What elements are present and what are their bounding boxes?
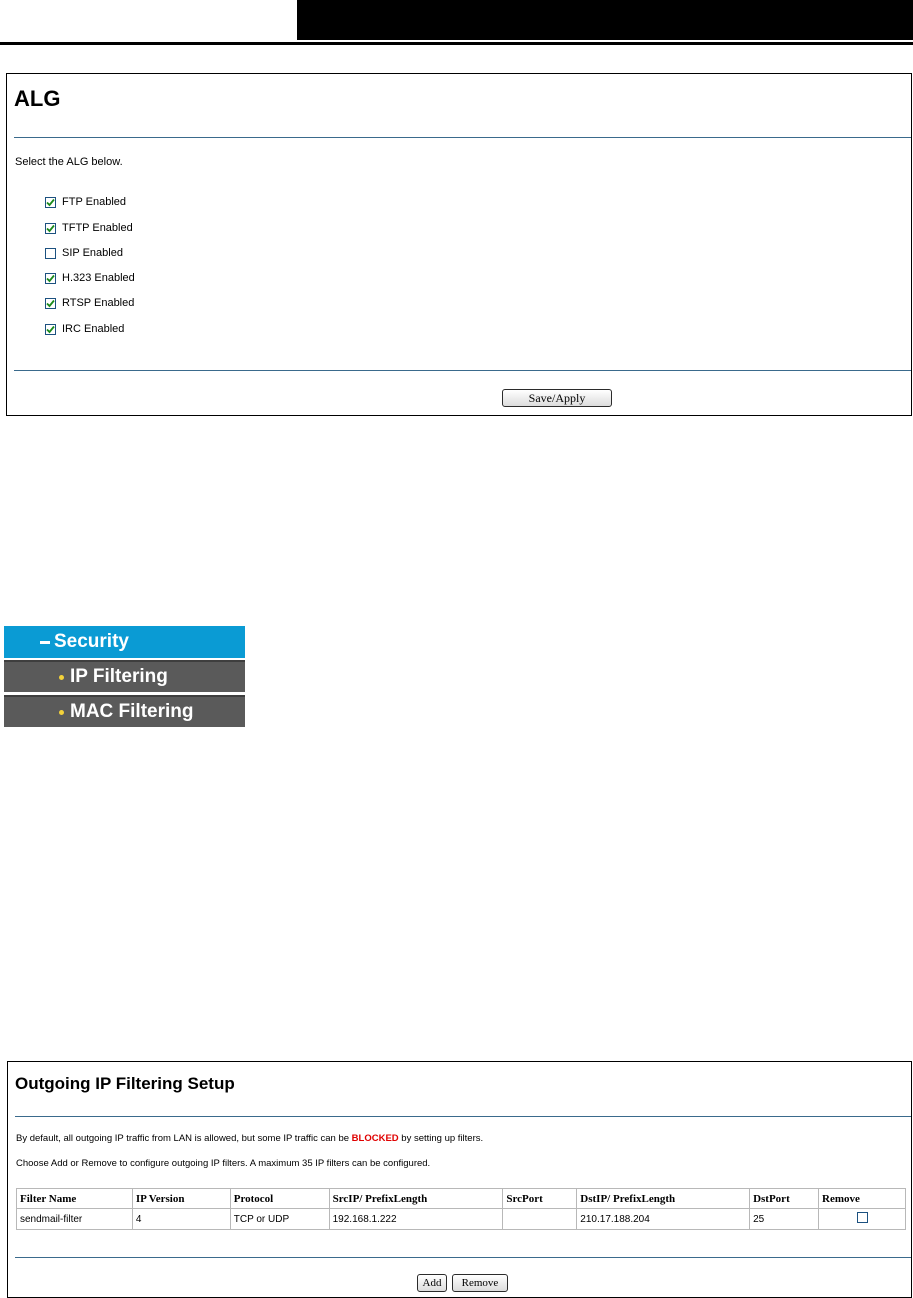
column-header: Filter Name bbox=[16, 1188, 133, 1209]
option-h323: H.323 Enabled bbox=[45, 270, 135, 286]
filter-name-cell: sendmail-filter bbox=[16, 1208, 133, 1230]
column-header: Remove bbox=[818, 1188, 906, 1209]
alg-instruction: Select the ALG below. bbox=[15, 156, 123, 168]
menu-item-label: IP Filtering bbox=[70, 666, 168, 687]
dst-port-cell: 25 bbox=[749, 1208, 820, 1230]
blocked-text: BLOCKED bbox=[351, 1133, 399, 1144]
ip-filtering-panel: Outgoing IP Filtering Setup By default, … bbox=[7, 1061, 912, 1298]
option-tftp: TFTP Enabled bbox=[45, 220, 133, 236]
divider bbox=[15, 1257, 911, 1258]
description-text: By default, all outgoing IP traffic from… bbox=[16, 1133, 352, 1144]
column-header: IP Version bbox=[131, 1188, 231, 1209]
ftp-label: FTP Enabled bbox=[62, 196, 127, 208]
option-sip: SIP Enabled bbox=[45, 245, 123, 261]
menu-section-security[interactable]: Security bbox=[4, 626, 245, 658]
ip-filtering-description: By default, all outgoing IP traffic from… bbox=[16, 1133, 483, 1144]
ip-filtering-title: Outgoing IP Filtering Setup bbox=[15, 1074, 235, 1093]
option-ftp: FTP Enabled bbox=[45, 194, 126, 210]
dst-ip-cell: 210.17.188.204 bbox=[576, 1208, 751, 1230]
irc-checkbox[interactable] bbox=[45, 323, 56, 335]
column-header: DstIP/ PrefixLength bbox=[576, 1188, 751, 1209]
tftp-label: TFTP Enabled bbox=[62, 222, 133, 234]
alg-panel: ALG Select the ALG below. FTP Enabled TF… bbox=[6, 73, 912, 416]
column-header: SrcIP/ PrefixLength bbox=[328, 1188, 504, 1209]
h323-label: H.323 Enabled bbox=[62, 272, 135, 284]
src-port-cell bbox=[502, 1208, 578, 1230]
collapse-icon bbox=[40, 640, 50, 644]
ip-version-cell: 4 bbox=[131, 1208, 231, 1230]
menu-item-label: MAC Filtering bbox=[70, 701, 194, 722]
save-apply-button[interactable]: Save/Apply bbox=[502, 389, 612, 407]
remove-checkbox[interactable] bbox=[856, 1212, 868, 1223]
option-rtsp: RTSP Enabled bbox=[45, 295, 134, 311]
table-header-row: Filter Name IP Version Protocol SrcIP/ P… bbox=[16, 1188, 906, 1209]
sip-checkbox[interactable] bbox=[45, 247, 56, 259]
table-row: sendmail-filter 4 TCP or UDP 192.168.1.2… bbox=[16, 1208, 906, 1230]
column-header: DstPort bbox=[749, 1188, 820, 1209]
column-header: Protocol bbox=[229, 1188, 330, 1209]
page-header-bar bbox=[297, 0, 913, 40]
remove-cell bbox=[818, 1208, 906, 1230]
src-ip-cell: 192.168.1.222 bbox=[328, 1208, 504, 1230]
menu-item-mac-filtering[interactable]: MAC Filtering bbox=[4, 695, 245, 727]
column-header: SrcPort bbox=[502, 1188, 578, 1209]
ip-filtering-instruction: Choose Add or Remove to configure outgoi… bbox=[16, 1158, 431, 1169]
nav-menu: Security IP Filtering MAC Filtering bbox=[4, 626, 245, 729]
tftp-checkbox[interactable] bbox=[45, 222, 56, 234]
option-irc: IRC Enabled bbox=[45, 321, 124, 337]
divider bbox=[15, 1116, 911, 1117]
sip-label: SIP Enabled bbox=[62, 247, 123, 259]
rtsp-label: RTSP Enabled bbox=[62, 297, 135, 309]
bullet-icon bbox=[59, 674, 64, 680]
ip-filter-table: Filter Name IP Version Protocol SrcIP/ P… bbox=[16, 1188, 906, 1230]
irc-label: IRC Enabled bbox=[62, 323, 125, 335]
alg-title: ALG bbox=[14, 86, 61, 111]
rtsp-checkbox[interactable] bbox=[45, 297, 56, 309]
ftp-checkbox[interactable] bbox=[45, 196, 56, 208]
protocol-cell: TCP or UDP bbox=[229, 1208, 330, 1230]
menu-section-label: Security bbox=[54, 631, 129, 652]
menu-item-ip-filtering[interactable]: IP Filtering bbox=[4, 660, 245, 692]
add-button[interactable]: Add bbox=[417, 1274, 447, 1292]
h323-checkbox[interactable] bbox=[45, 272, 56, 284]
divider bbox=[14, 137, 911, 138]
description-text: by setting up filters. bbox=[398, 1133, 484, 1144]
bullet-icon bbox=[59, 709, 64, 715]
page-header-rule bbox=[0, 42, 913, 45]
divider bbox=[14, 370, 911, 371]
remove-button[interactable]: Remove bbox=[452, 1274, 508, 1292]
